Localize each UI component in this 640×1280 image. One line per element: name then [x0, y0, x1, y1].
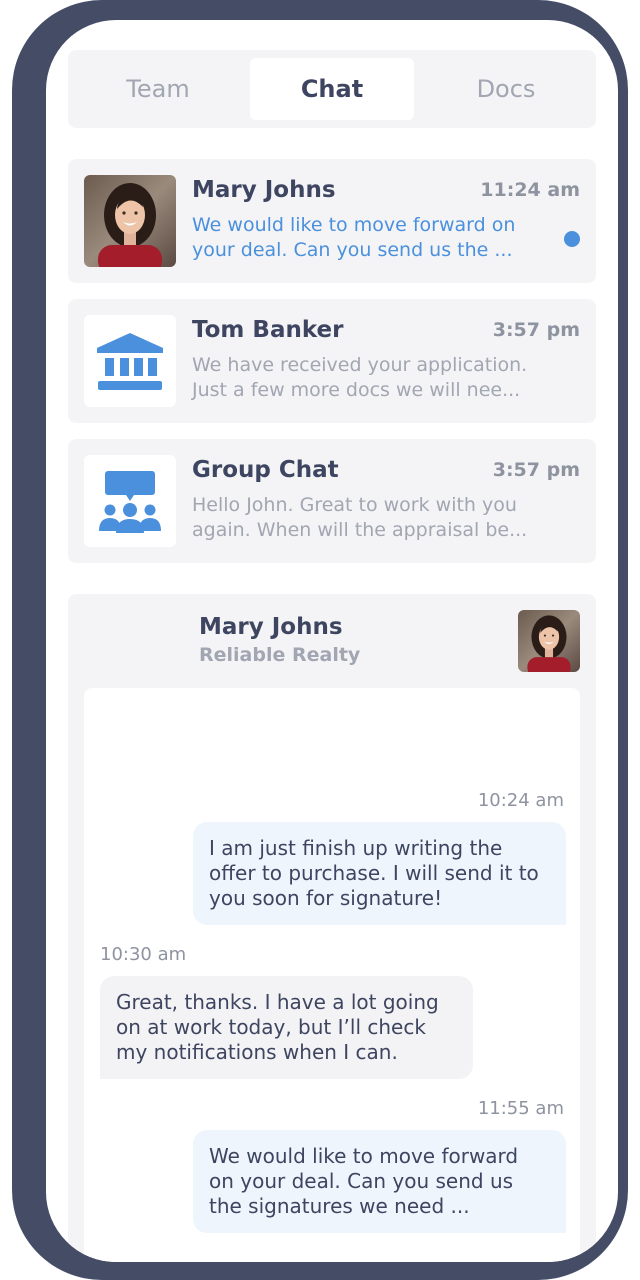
conversation-item[interactable]: Mary Johns 11:24 am We would like to mov…	[68, 159, 596, 283]
message-time: 11:55 am	[477, 1098, 564, 1119]
message-time: 10:24 am	[477, 790, 564, 811]
conversation-name: Tom Banker	[192, 317, 344, 343]
conversation-time: 3:57 pm	[492, 319, 580, 341]
message-line: my notifications when I can.	[116, 1040, 398, 1064]
preview-line: your deal. Can you send us the ...	[192, 239, 513, 261]
group-chat-icon	[99, 471, 161, 533]
message-line: on at work today, but I’ll check	[116, 1015, 426, 1039]
message-bubble-incoming: Great, thanks. I have a lot going on at …	[100, 976, 473, 1079]
conversation-item[interactable]: Tom Banker 3:57 pm We have received your…	[68, 299, 596, 423]
chat-panel: Mary Johns Reliable Realty 10:24 am I am…	[68, 594, 596, 1262]
bank-icon	[97, 333, 163, 390]
tab-chat[interactable]: Chat	[250, 58, 414, 120]
mary-johns-photo-icon	[518, 610, 580, 672]
conversation-name: Mary Johns	[192, 177, 336, 203]
unread-indicator	[564, 231, 580, 247]
message-line: the signatures we need ...	[209, 1194, 470, 1218]
group-chat-avatar	[84, 455, 176, 547]
preview-line: We would like to move forward on	[192, 214, 516, 236]
tab-team[interactable]: Team	[76, 58, 240, 120]
message-time: 10:30 am	[100, 944, 187, 965]
conversation-time: 3:57 pm	[492, 459, 580, 481]
mary-johns-avatar	[84, 175, 176, 267]
chat-contact-name: Mary Johns	[199, 614, 343, 640]
chat-contact-company: Reliable Realty	[199, 644, 361, 666]
message-list[interactable]: 10:24 am I am just finish up writing the…	[84, 688, 580, 1262]
screen: Team Chat Docs Mary Johns 11:24 am We wo…	[46, 20, 618, 1262]
volume-up-button	[12, 202, 32, 310]
message-bubble-outgoing: We would like to move forward on your de…	[193, 1130, 566, 1233]
conversation-preview: We would like to move forward on your de…	[192, 213, 552, 263]
message-line: We would like to move forward	[209, 1144, 519, 1168]
chat-contact-avatar[interactable]	[518, 610, 580, 672]
preview-line: Just a few more docs we will nee...	[192, 379, 521, 401]
phone-frame: Team Chat Docs Mary Johns 11:24 am We wo…	[12, 0, 628, 1280]
conversation-preview: We have received your application. Just …	[192, 353, 552, 403]
tab-docs[interactable]: Docs	[424, 58, 588, 120]
preview-line: We have received your application.	[192, 354, 528, 376]
message-line: offer to purchase. I will send it to	[209, 861, 539, 885]
tab-bar: Team Chat Docs	[68, 50, 596, 128]
conversation-time: 11:24 am	[480, 179, 580, 201]
message-line: on your deal. Can you send us	[209, 1169, 514, 1193]
message-line: Great, thanks. I have a lot going	[116, 990, 439, 1014]
message-line: you soon for signature!	[209, 886, 443, 910]
conversation-name: Group Chat	[192, 457, 339, 483]
conversation-preview: Hello John. Great to work with you again…	[192, 493, 552, 543]
message-line: I am just finish up writing the	[209, 836, 503, 860]
preview-line: again. When will the appraisal be...	[192, 519, 528, 541]
mary-johns-photo-icon	[84, 175, 176, 267]
conversation-item[interactable]: Group Chat 3:57 pm Hello John. Great to …	[68, 439, 596, 563]
volume-down-button	[12, 330, 32, 438]
preview-line: Hello John. Great to work with you	[192, 494, 517, 516]
tom-banker-avatar	[84, 315, 176, 407]
message-bubble-outgoing: I am just finish up writing the offer to…	[193, 822, 566, 925]
